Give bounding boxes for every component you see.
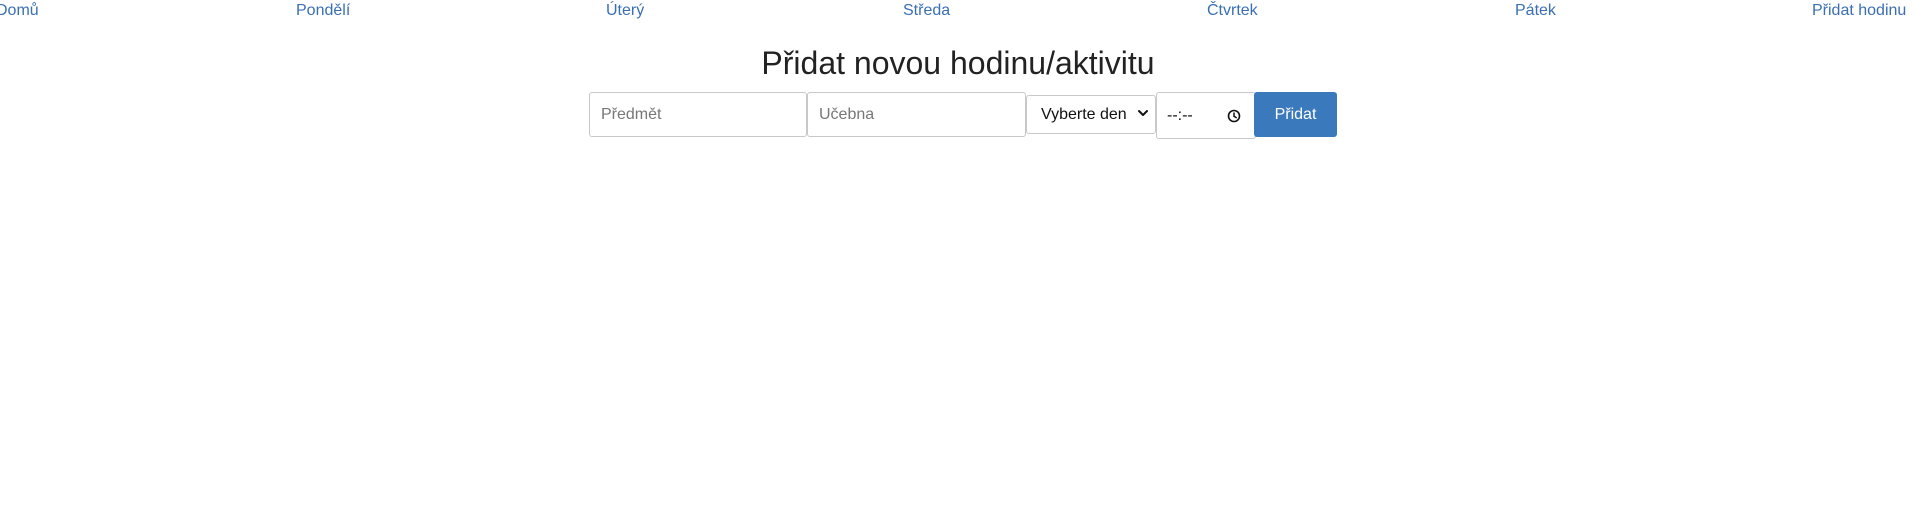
nav-link-add-lesson[interactable]: Přidat hodinu xyxy=(1812,2,1906,20)
main-nav: Domů Pondělí Úterý Středa Čtvrtek Pátek … xyxy=(0,0,1916,24)
clock-icon[interactable] xyxy=(1227,109,1241,123)
nav-link-friday[interactable]: Pátek xyxy=(1515,2,1556,20)
nav-link-thursday[interactable]: Čtvrtek xyxy=(1207,2,1258,20)
day-select[interactable]: Vyberte den xyxy=(1026,95,1156,134)
nav-link-wednesday[interactable]: Středa xyxy=(903,2,950,20)
time-value: --:-- xyxy=(1167,107,1193,124)
chevron-down-icon xyxy=(1138,110,1148,116)
classroom-input[interactable] xyxy=(807,92,1026,137)
page-title: Přidat novou hodinu/aktivitu xyxy=(761,45,1155,81)
nav-link-monday[interactable]: Pondělí xyxy=(296,2,350,20)
nav-link-home[interactable]: Domů xyxy=(0,2,39,20)
time-input[interactable]: --:-- xyxy=(1156,92,1256,139)
add-button[interactable]: Přidat xyxy=(1254,92,1337,137)
subject-input[interactable] xyxy=(589,92,807,137)
nav-link-tuesday[interactable]: Úterý xyxy=(606,2,644,20)
day-select-value: Vyberte den xyxy=(1041,105,1127,123)
